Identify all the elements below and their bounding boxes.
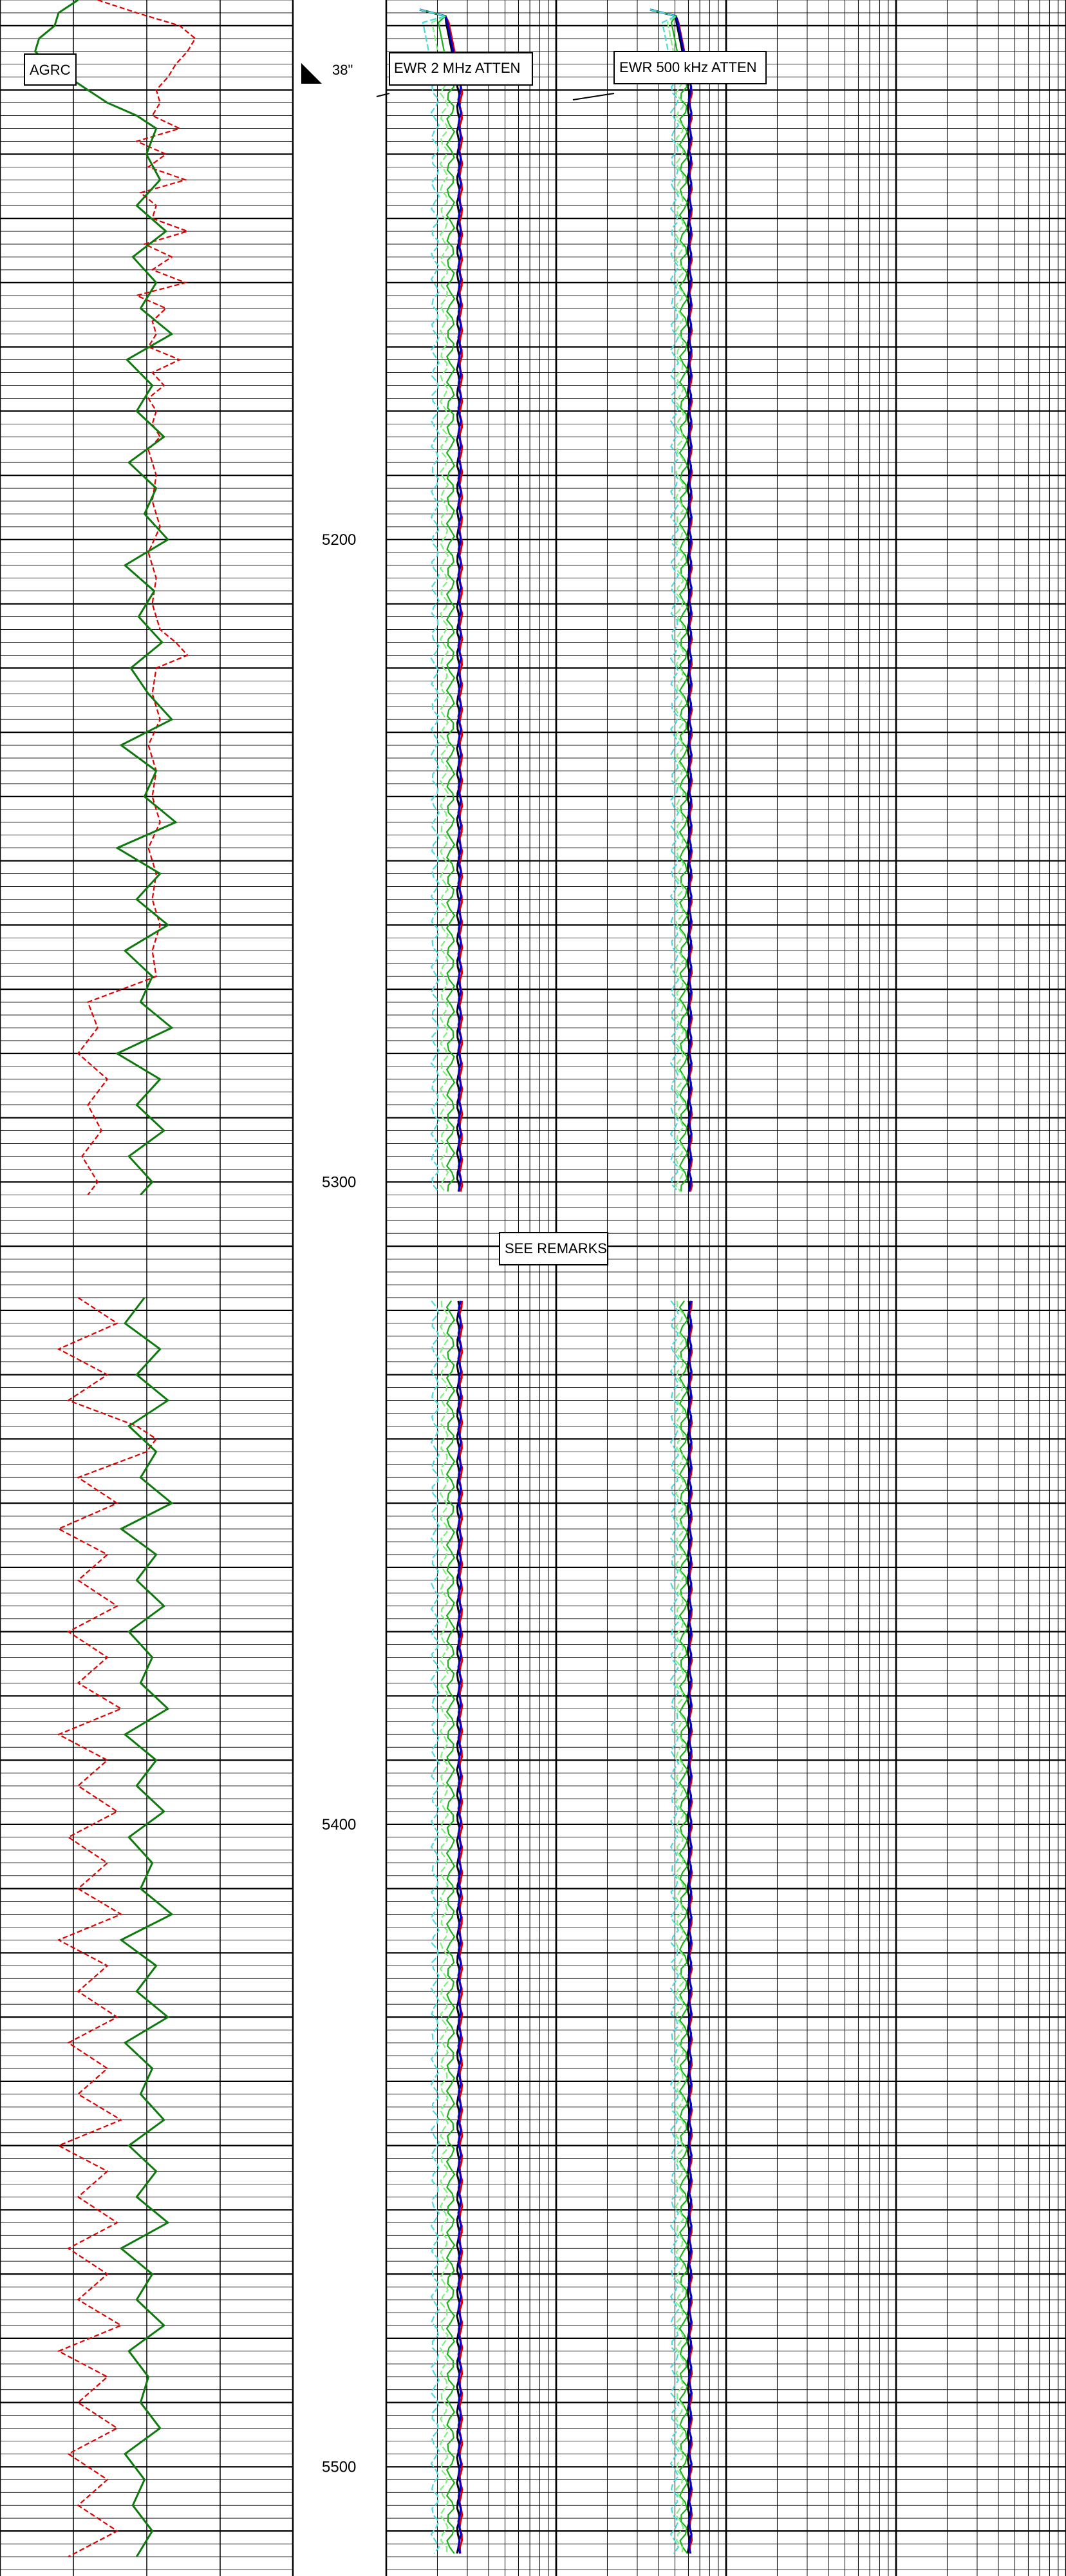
svg-text:SEE REMARKS: SEE REMARKS	[505, 1240, 607, 1256]
ewr-500khz-curve	[650, 8, 689, 1192]
ewr-500khz-curve	[650, 8, 691, 1192]
agrc-curve	[33, 0, 178, 1196]
svg-text:EWR 2 MHz ATTEN: EWR 2 MHz ATTEN	[394, 60, 520, 76]
ewr-500khz-curve	[650, 8, 680, 1193]
ewr-2mhz-curve	[419, 8, 462, 1192]
red-curve	[77, 0, 196, 1195]
well-log-chart: 5200 5300 5400 5500 AGRC 38" EWR 2 MHz ATTE…	[0, 0, 1066, 2576]
svg-text:EWR 500 kHz ATTEN: EWR 500 kHz ATTEN	[619, 59, 757, 75]
ewr-2mhz-label: EWR 2 MHz ATTEN	[389, 52, 533, 86]
chart-grid	[0, 0, 1066, 2576]
depth-label: 5200	[322, 531, 356, 549]
agrc-label: AGRC	[24, 53, 77, 86]
svg-text:AGRC: AGRC	[30, 62, 71, 78]
svg-text:38": 38"	[332, 62, 353, 78]
depth-label: 5500	[322, 2458, 356, 2476]
label-leader	[572, 93, 615, 100]
ewr-500khz-label: EWR 500 kHz ATTEN	[613, 51, 767, 84]
depth-label: 5300	[322, 1173, 356, 1191]
depth-track	[293, 0, 386, 2576]
depth-label: 5400	[322, 1816, 356, 1833]
see-remarks-label: SEE REMARKS	[499, 1232, 608, 1265]
